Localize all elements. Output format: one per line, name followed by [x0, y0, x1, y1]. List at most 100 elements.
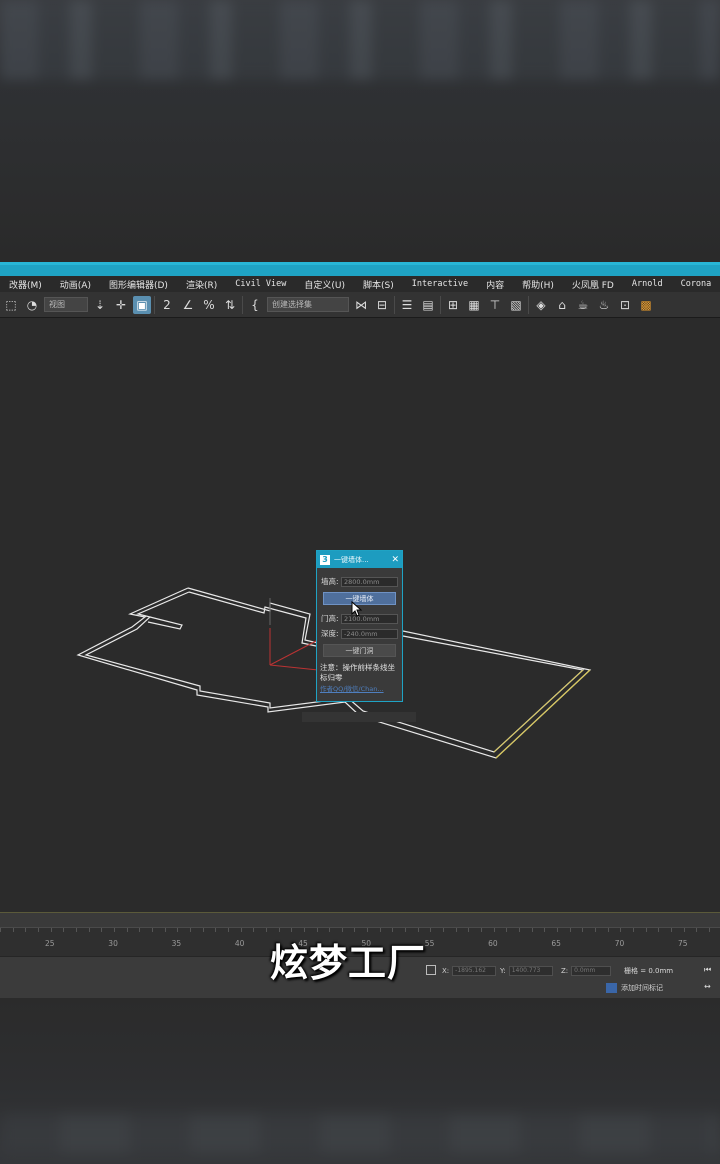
layer-manager-icon[interactable]: ☰	[398, 296, 416, 314]
timeline-tick-mark	[75, 928, 77, 932]
timeline-tick-label: 55	[424, 939, 435, 948]
timeline-tick-mark	[658, 928, 660, 932]
key-filter-icon[interactable]: ↔	[704, 982, 711, 991]
select-region-icon[interactable]: ⬚	[2, 296, 20, 314]
timeline-tick-mark	[569, 928, 571, 932]
author-link[interactable]: 作者QQ/微信/Chan...	[317, 683, 402, 693]
menu-item[interactable]: 火凤凰 FD	[563, 278, 623, 291]
scene-explorer-icon[interactable]: ▤	[419, 296, 437, 314]
add-time-tag[interactable]: 添加时间标记	[606, 983, 663, 993]
wall-height-label: 墙高:	[321, 577, 339, 586]
align-icon[interactable]: ⊟	[373, 296, 391, 314]
menu-item[interactable]: 自定义(U)	[295, 278, 354, 291]
y-coordinate-field[interactable]: 1400.773	[508, 966, 553, 976]
percent-snap-icon[interactable]: %	[200, 296, 218, 314]
timeline-tick-mark	[557, 928, 559, 932]
wall-outline-inner	[188, 591, 317, 647]
timeline-tick-mark	[25, 928, 27, 932]
fd-plugin-icon[interactable]: ▩	[637, 296, 655, 314]
timeline-tick-mark	[189, 928, 191, 932]
move-icon[interactable]: ✛	[112, 296, 130, 314]
wall-height-spinner[interactable]: 2800.0mm	[341, 576, 398, 587]
timeline-tick-mark	[215, 928, 217, 932]
timeline-tick-mark	[544, 928, 546, 932]
timeline-tick-mark	[607, 928, 609, 932]
menu-item[interactable]: 帮助(H)	[513, 278, 563, 291]
timeline-tick-mark	[696, 928, 698, 932]
menu-item[interactable]: Arnold	[623, 279, 672, 289]
timeline-tick-mark	[50, 928, 52, 932]
select-object-icon[interactable]: ▣	[133, 295, 151, 314]
menu-item[interactable]: Corona	[672, 279, 720, 289]
menu-item[interactable]: 内容	[477, 278, 513, 291]
graph-editor-icon[interactable]: ⊞	[444, 296, 462, 314]
z-coordinate: Z: 0.0mm	[561, 966, 612, 976]
time-slider[interactable]	[0, 912, 720, 928]
menu-item[interactable]: 渲染(R)	[177, 278, 226, 291]
timeline-tick-mark	[12, 928, 14, 932]
menu-item[interactable]: 图形编辑器(D)	[100, 278, 177, 291]
menu-item[interactable]: Interactive	[403, 279, 477, 289]
menu-item[interactable]: 改器(M)	[0, 278, 51, 291]
dialog-shadow	[302, 712, 416, 722]
depth-spinner[interactable]: -240.0mm	[341, 628, 398, 639]
timeline-tick-mark	[595, 928, 597, 932]
close-icon[interactable]: ✕	[391, 555, 399, 565]
render-production-icon[interactable]: ⌂	[553, 296, 571, 314]
render-frame-icon[interactable]: ◈	[532, 296, 550, 314]
timeline-tick-mark	[430, 928, 432, 932]
timeline-tick-mark	[151, 928, 153, 932]
timeline-tick-mark	[455, 928, 457, 932]
absolute-mode-icon[interactable]	[426, 965, 436, 975]
teapot-active-icon[interactable]: ♨	[595, 296, 613, 314]
x-coordinate-field[interactable]: -1895.162	[452, 966, 497, 976]
wall-notch	[147, 616, 183, 630]
render-setup-icon[interactable]: ▧	[507, 296, 525, 314]
menu-item[interactable]: Civil View	[226, 279, 295, 289]
named-selection-dropdown[interactable]: 创建选择集	[267, 297, 349, 312]
spinner-snap-icon[interactable]: ⇅	[221, 296, 239, 314]
mirror-icon[interactable]: ⋈	[352, 296, 370, 314]
dialog-note: 注意：操作前样条线坐标归零	[320, 663, 395, 682]
angle-snap-icon[interactable]: ∠	[179, 296, 197, 314]
timeline-tick-mark	[468, 928, 470, 932]
door-height-spinner[interactable]: 2100.0mm	[341, 613, 398, 624]
timeline-tick-mark	[139, 928, 141, 932]
timeline-tick-mark	[481, 928, 483, 932]
video-watermark: 炫梦工厂	[270, 941, 427, 985]
select-link-icon[interactable]: ⇣	[91, 296, 109, 314]
make-door-button[interactable]: 一键门洞	[323, 644, 396, 657]
timeline-tick-mark	[265, 928, 267, 932]
dialog-titlebar[interactable]: 3 一键墙体... ✕	[317, 551, 402, 568]
timeline-tick-mark	[670, 928, 672, 932]
material-editor-icon[interactable]: ⊤	[486, 296, 504, 314]
door-height-label: 门高:	[321, 614, 339, 623]
view-dropdown[interactable]: 视图	[44, 297, 88, 312]
snap-toggle-icon[interactable]: ◔	[23, 296, 41, 314]
grid-size: 栅格 = 0.0mm	[624, 967, 674, 975]
image-viewer-icon[interactable]: ⊡	[616, 296, 634, 314]
snap-2-5d-icon[interactable]: 2	[158, 296, 176, 314]
timeline-tick-mark	[164, 928, 166, 932]
depth-label: 深度:	[321, 629, 339, 638]
timeline-tick-mark	[101, 928, 103, 932]
timeline-tick-label: 70	[614, 939, 625, 948]
edit-named-selection-icon[interactable]: {	[246, 296, 264, 314]
timeline-tick-label: 65	[551, 939, 561, 948]
z-coordinate-field[interactable]: 0.0mm	[571, 966, 612, 976]
timeline-tick-label: 75	[678, 939, 688, 948]
timeline-tick-mark	[0, 928, 1, 932]
teapot-render-icon[interactable]: ☕	[574, 296, 592, 314]
timeline-tick-label: 30	[108, 939, 118, 948]
timeline-tick-mark	[506, 928, 508, 932]
schematic-view-icon[interactable]: ▦	[465, 296, 483, 314]
timeline-tick-mark	[708, 928, 710, 932]
time-tag-icon	[606, 983, 617, 993]
timeline-tick-mark	[240, 928, 242, 932]
timeline-tick-mark	[633, 928, 634, 932]
menu-item[interactable]: 脚本(S)	[354, 278, 403, 291]
timeline-tick-mark	[227, 928, 229, 932]
goto-start-icon[interactable]: ⏮	[704, 965, 711, 975]
selected-edge-inner	[493, 669, 584, 753]
menu-item[interactable]: 动画(A)	[51, 278, 100, 291]
